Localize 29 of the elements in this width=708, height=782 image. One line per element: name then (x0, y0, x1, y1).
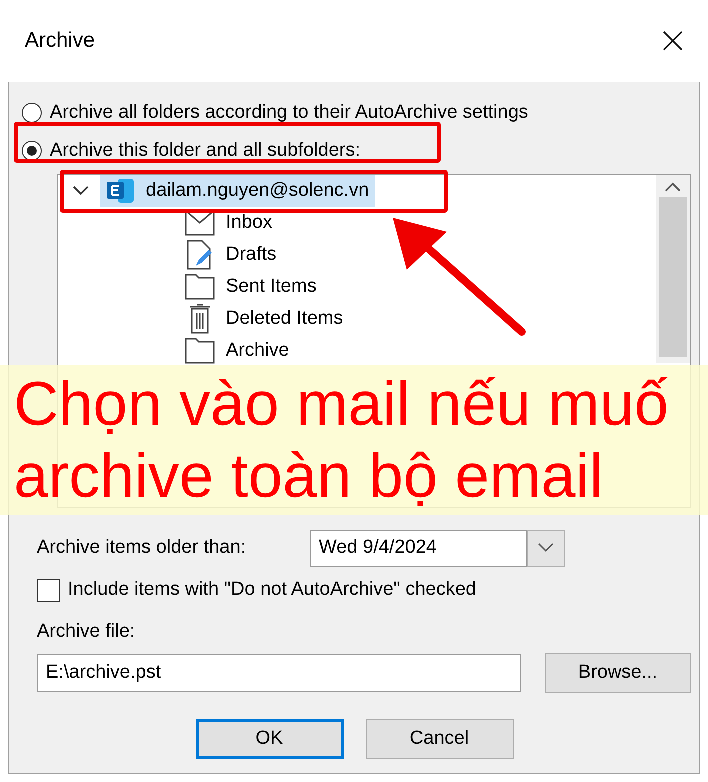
file-path-field[interactable]: E:\archive.pst (37, 654, 521, 692)
window-title: Archive (25, 29, 96, 53)
checkbox-label: Include items with "Do not AutoArchive" checked (68, 579, 476, 601)
browse-button[interactable]: Browse... (545, 653, 691, 693)
chevron-up-icon[interactable] (664, 181, 682, 193)
folder-item[interactable]: Deleted Items (226, 308, 344, 330)
folder-item[interactable]: Drafts (226, 244, 277, 266)
radio-button[interactable] (22, 103, 42, 123)
dialog-button[interactable]: Cancel (366, 719, 514, 759)
folder-icon (184, 337, 216, 365)
date-field[interactable]: Wed 9/4/2024 (310, 530, 527, 566)
folder-icon (184, 273, 216, 301)
annotation-text: archive toàn bộ email (14, 441, 604, 513)
option-label: Archive this folder and all subfolders: (50, 140, 360, 162)
exchange-icon (106, 177, 136, 205)
option-label: Archive all folders according to their AutoArchive settings (50, 102, 528, 124)
scrollbar[interactable] (656, 175, 690, 363)
older-than-label: Archive items older than: (37, 537, 248, 559)
annotation-text: Chọn vào mail nếu muố (14, 369, 669, 441)
checkbox[interactable] (37, 578, 60, 602)
folder-item[interactable]: Sent Items (226, 276, 317, 298)
folder-item[interactable]: Inbox (226, 212, 272, 234)
dialog-button[interactable]: OK (196, 719, 344, 759)
account-item[interactable]: dailam.nguyen@solenc.vn (100, 175, 376, 207)
chevron-down-icon (538, 543, 554, 553)
close-icon[interactable] (662, 30, 684, 52)
folder-item[interactable]: Archive (226, 340, 290, 362)
archive-file-label: Archive file: (37, 621, 136, 644)
radio-button[interactable] (22, 141, 42, 161)
